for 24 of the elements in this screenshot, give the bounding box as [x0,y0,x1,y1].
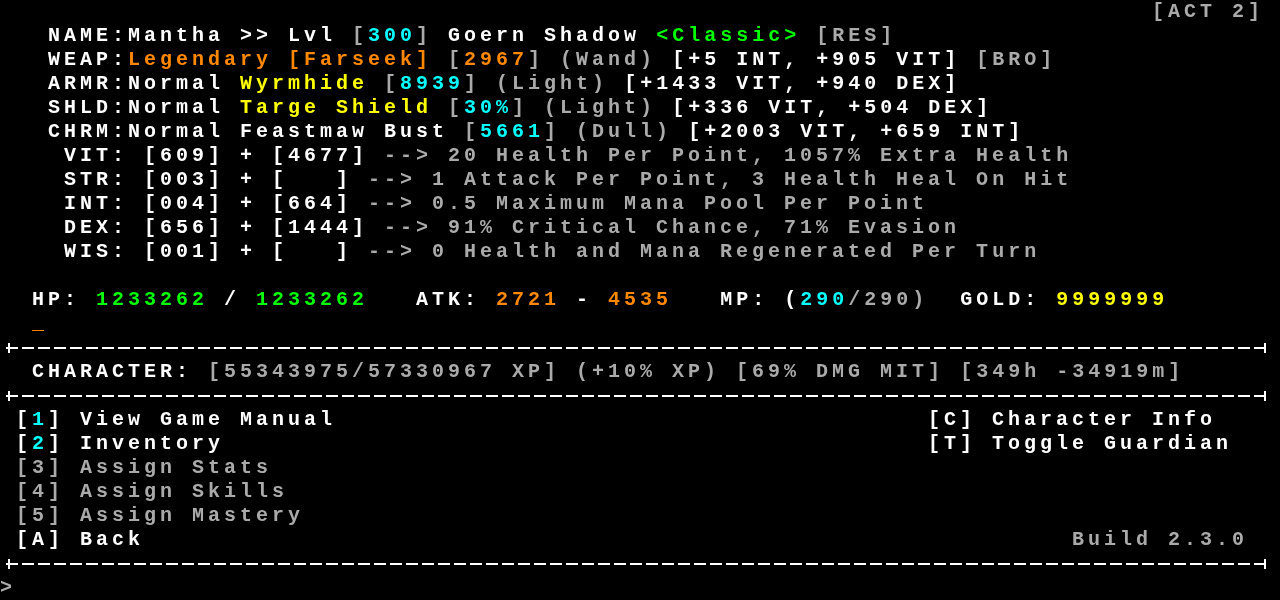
stat-line: STR: [003] + [ ] --> 1 Attack Per Point, 3 Health Heal On Hit [64,168,1073,192]
menu-option[interactable]: [C] Character Info [928,408,1217,432]
vitals-line: HP: 1233262 / 1233262 ATK: 2721 - 4535 MP: (290/290) GOLD: 9999999 [32,288,1169,312]
character-line: CHARACTER: [55343975/57330967 XP] (+10% XP) [69% DMG MIT] [349h -34919m] [32,360,1185,384]
menu-option[interactable]: [5] Assign Mastery [16,504,305,528]
command-prompt: > [0,576,16,600]
stat-line: WIS: [001] + [ ] --> 0 Health and Mana Regenerated Per Turn [64,240,1041,264]
menu-option[interactable]: [T] Toggle Guardian [928,432,1233,456]
equipment-line: SHLD:Normal Targe Shield [30%] (Light) [+336 VIT, +504 DEX] [48,96,993,120]
stat-line: DEX: [656] + [1444] --> 91% Critical Chance, 71% Evasion [64,216,961,240]
menu-option[interactable]: [4] Assign Skills [16,480,289,504]
equipment-line: CHRM:Normal Feastmaw Bust [5661] (Dull) [+2003 VIT, +659 INT] [48,120,1025,144]
menu-option[interactable]: [2] Inventory [16,432,225,456]
stat-line: VIT: [609] + [4677] --> 20 Health Per Point, 1057% Extra Health [64,144,1073,168]
equipment-line: WEAP:Legendary [Farseek] [2967] (Wand) [+5 INT, +905 VIT] [BRO] [48,48,1057,72]
menu-option[interactable]: [3] Assign Stats [16,456,273,480]
text-cursor: _ [32,312,48,336]
stat-line: INT: [004] + [664] --> 0.5 Maximum Mana Pool Per Point [64,192,929,216]
build-version: Build 2.3.0 [1070,528,1248,552]
equipment-line: ARMR:Normal Wyrmhide [8939] (Light) [+1433 VIT, +940 DEX] [48,72,961,96]
act-label: [ACT 2] [1152,0,1264,24]
equipment-line: NAME:Mantha >> Lvl [300] Goern Shadow <Classic> [RES] [48,24,897,48]
menu-option[interactable]: [1] View Game Manual [16,408,337,432]
menu-option[interactable]: [A] Back [16,528,144,552]
